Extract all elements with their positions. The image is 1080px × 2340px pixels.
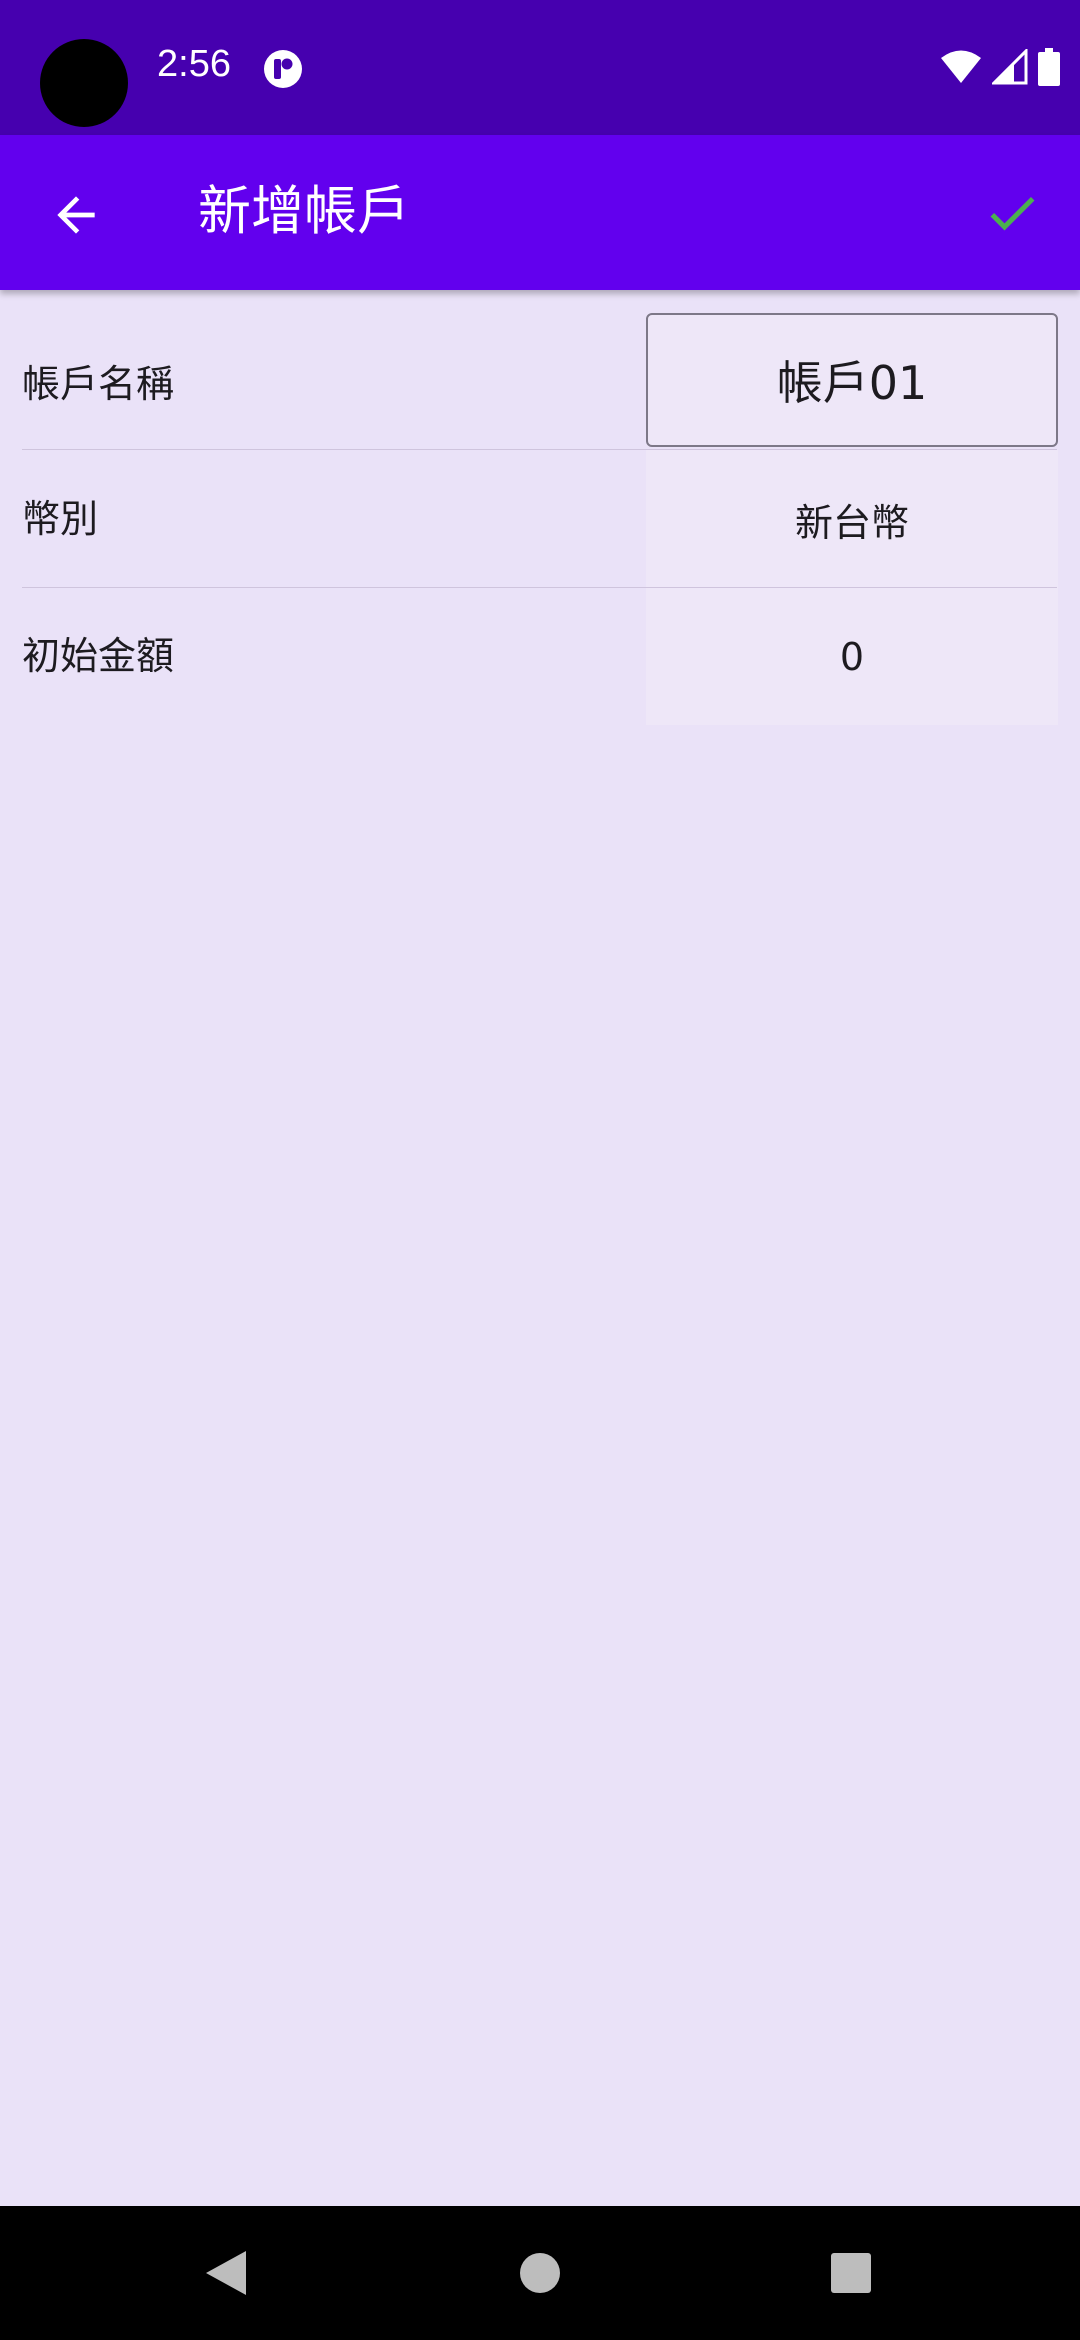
currency-label: 幣別 <box>22 497 99 541</box>
nav-back-button[interactable] <box>146 2206 306 2340</box>
page-title: 新增帳戶 <box>198 181 410 242</box>
back-button[interactable] <box>36 175 116 255</box>
system-nav-bar <box>0 2206 1080 2340</box>
home-circle-icon <box>520 2253 560 2293</box>
status-icons <box>940 48 1060 86</box>
initial-amount-input[interactable]: 0 <box>646 588 1058 725</box>
battery-icon <box>1038 48 1060 86</box>
app-bar: 新增帳戶 <box>0 135 1080 290</box>
currency-select[interactable]: 新台幣 <box>646 450 1058 588</box>
form-row-account-name: 帳戶名稱 帳戶01 <box>0 310 1080 450</box>
account-name-input[interactable]: 帳戶01 <box>646 313 1058 447</box>
nav-home-button[interactable] <box>460 2206 620 2340</box>
wifi-icon <box>941 50 981 83</box>
back-triangle-icon <box>206 2251 246 2295</box>
recents-square-icon <box>831 2253 871 2293</box>
arrow-back-icon <box>57 196 95 234</box>
form-row-currency: 幣別 新台幣 <box>0 450 1080 588</box>
camera-cutout <box>40 39 128 127</box>
status-bar: 2:56 <box>0 0 1080 135</box>
check-icon <box>990 196 1035 231</box>
app-notification-icon <box>264 50 302 88</box>
initial-amount-label: 初始金額 <box>22 634 175 678</box>
cell-signal-icon <box>992 49 1028 85</box>
confirm-button[interactable] <box>972 173 1052 253</box>
nav-recents-button[interactable] <box>771 2206 931 2340</box>
form-row-initial-amount: 初始金額 0 <box>0 588 1080 725</box>
status-time: 2:56 <box>157 43 231 85</box>
account-name-label: 帳戶名稱 <box>22 362 175 406</box>
